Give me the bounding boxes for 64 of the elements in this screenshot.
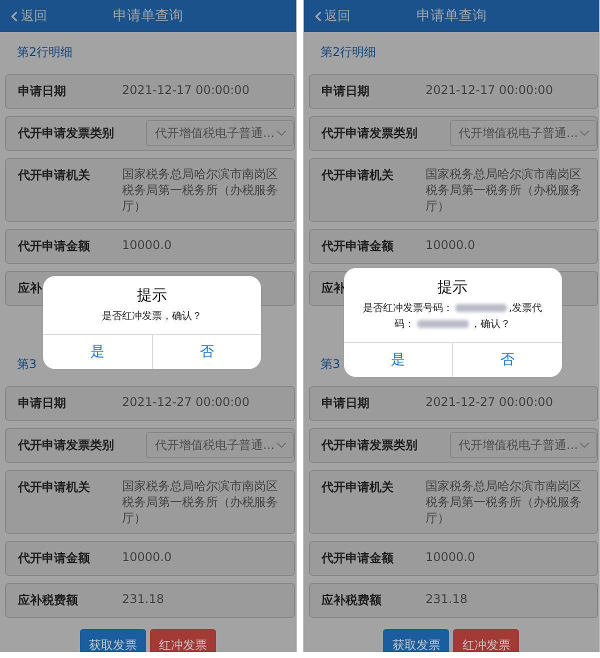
dialog-button[interactable]: 是 <box>43 335 152 369</box>
field-value: 国家税务总局哈尔滨市南岗区税务局第一税务所（办税服务厅） <box>426 166 582 215</box>
field-label: 代开申请发票类别 <box>320 125 418 142</box>
action-button[interactable]: 获取发票 <box>383 629 450 652</box>
section-heading: 第2行明细 <box>320 44 376 61</box>
field-label: 申请日期 <box>17 395 67 412</box>
dialog-button[interactable]: 否 <box>152 335 261 369</box>
dialog-title: 提示 <box>137 285 167 305</box>
field-label: 代开申请发票类别 <box>16 437 115 454</box>
section-heading: 第2行明细 <box>17 44 73 61</box>
field-label: 代开申请发票类别 <box>320 437 418 454</box>
back-chevron-icon <box>11 10 18 22</box>
action-button[interactable]: 红冲发票 <box>150 629 216 652</box>
field-value: 2021-12-27 00:00:00 <box>426 394 554 411</box>
field-label: 代开申请金额 <box>16 238 91 255</box>
dialog-title: 提示 <box>438 277 468 297</box>
field-value: 231.18 <box>426 591 468 608</box>
dropdown-field[interactable]: 代开增值税电子普通... <box>146 432 294 458</box>
back-button[interactable]: 返回 <box>304 7 350 25</box>
field-value: 2021-12-27 00:00:00 <box>122 394 250 411</box>
chevron-down-icon <box>276 130 286 136</box>
field-label: 代开申请金额 <box>320 238 394 255</box>
dialog-message: 是否红冲发票，确认？ <box>102 310 202 324</box>
field-value: 10000.0 <box>426 237 476 254</box>
page-title: 申请单查询 <box>112 7 183 25</box>
field-value: 10000.0 <box>122 549 173 566</box>
field-value: 国家税务总局哈尔滨市南岗区税务局第一税务所（办税服务厅） <box>122 478 279 527</box>
field-value: 国家税务总局哈尔滨市南岗区税务局第一税务所（办税服务厅） <box>426 478 582 527</box>
field-label: 代开申请机关 <box>320 167 394 184</box>
section-heading: 第3 <box>17 356 37 373</box>
action-button[interactable]: 获取发票 <box>80 629 146 652</box>
action-button[interactable]: 红冲发票 <box>453 629 520 652</box>
dialog-message: 是否红冲发票号码： ,发票代码： ，确认？ <box>362 302 544 332</box>
field-label: 代开申请金额 <box>320 550 394 567</box>
field-value: 231.18 <box>122 591 165 608</box>
field-label: 代开申请金额 <box>16 550 91 567</box>
back-chevron-icon <box>314 10 322 22</box>
chevron-down-icon <box>276 442 286 448</box>
page-title: 申请单查询 <box>416 7 486 25</box>
field-value: 国家税务总局哈尔滨市南岗区税务局第一税务所（办税服务厅） <box>122 166 279 215</box>
field-label: 代开申请机关 <box>16 167 91 184</box>
field-label: 代开申请发票类别 <box>16 125 115 142</box>
dialog-button[interactable]: 是 <box>344 343 452 377</box>
back-button[interactable]: 返回 <box>0 7 47 25</box>
section-heading: 第3 <box>320 356 340 373</box>
field-label: 申请日期 <box>320 395 370 412</box>
dropdown-field[interactable]: 代开增值税电子普通... <box>146 120 294 146</box>
chevron-down-icon <box>579 442 590 448</box>
field-label: 应补 <box>17 280 43 297</box>
dropdown-field[interactable]: 代开增值税电子普通... <box>450 432 597 458</box>
field-value: 10000.0 <box>122 237 173 254</box>
field-label: 代开申请机关 <box>16 479 91 496</box>
field-label: 申请日期 <box>320 83 370 100</box>
field-value: 10000.0 <box>426 549 476 566</box>
field-value: 2021-12-17 00:00:00 <box>122 82 250 99</box>
field-value: 2021-12-17 00:00:00 <box>426 82 554 99</box>
field-label: 应补税费额 <box>17 592 79 609</box>
field-label: 应补 <box>320 280 346 297</box>
field-label: 代开申请机关 <box>320 479 394 496</box>
field-label: 申请日期 <box>17 83 67 100</box>
dialog-button[interactable]: 否 <box>452 343 562 377</box>
chevron-down-icon <box>579 130 590 136</box>
dropdown-field[interactable]: 代开增值税电子普通... <box>450 120 597 146</box>
field-label: 应补税费额 <box>320 592 382 609</box>
